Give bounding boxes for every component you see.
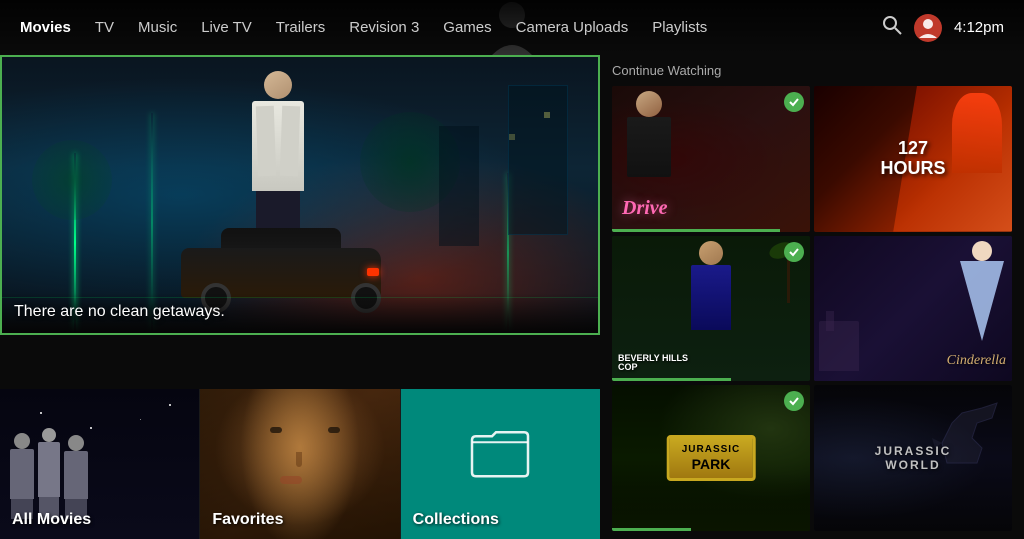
- nav-item-camerauploads[interactable]: Camera Uploads: [516, 19, 629, 36]
- hours-title: 127HOURS: [880, 139, 945, 179]
- nav-item-games[interactable]: Games: [443, 19, 491, 36]
- all-movies-card[interactable]: All Movies: [0, 389, 200, 539]
- header-right: 4:12pm: [882, 14, 1004, 42]
- jurassic-park-title: JURASSIC PARK: [667, 435, 756, 481]
- movie-tile-beverly[interactable]: BEVERLY HILLSCOP: [612, 236, 810, 382]
- search-icon[interactable]: [882, 15, 902, 40]
- favorites-label: Favorites: [212, 511, 283, 529]
- movie-tile-drive[interactable]: Drive: [612, 86, 810, 232]
- jurassic-world-title: JURASSICWORLD: [875, 444, 952, 472]
- bottom-row: All Movies: [0, 389, 600, 539]
- avatar[interactable]: [914, 14, 942, 42]
- nav-item-tv[interactable]: TV: [95, 19, 114, 36]
- nav-item-trailers[interactable]: Trailers: [276, 19, 325, 36]
- nav-item-music[interactable]: Music: [138, 19, 177, 36]
- beverly-checkmark: [784, 242, 804, 262]
- movie-tile-cinderella[interactable]: Cinderella: [814, 236, 1012, 382]
- drive-checkmark: [784, 92, 804, 112]
- favorites-card[interactable]: Favorites: [200, 389, 400, 539]
- folder-icon: [470, 428, 530, 483]
- movie-tile-127hours[interactable]: 127HOURS: [814, 86, 1012, 232]
- movie-tile-jurassic-park[interactable]: JURASSIC PARK: [612, 385, 810, 531]
- jurassic-park-progress: [612, 528, 691, 531]
- nav-item-playlists[interactable]: Playlists: [652, 19, 707, 36]
- drive-title: Drive: [622, 197, 668, 220]
- hero-featured[interactable]: There are no clean getaways.: [0, 55, 600, 335]
- beverly-progress: [612, 378, 731, 381]
- beverly-title: BEVERLY HILLSCOP: [618, 354, 688, 374]
- left-panel: There are no clean getaways.: [0, 55, 600, 539]
- all-movies-label: All Movies: [12, 511, 91, 529]
- hero-figure: [252, 71, 304, 241]
- nav-item-revision3[interactable]: Revision 3: [349, 19, 419, 36]
- cinderella-title: Cinderella: [947, 353, 1006, 369]
- drive-progress: [612, 229, 780, 232]
- nav-item-movies[interactable]: Movies: [20, 19, 71, 36]
- right-panel: Continue Watching Drive: [600, 55, 1024, 539]
- collections-label: Collections: [413, 511, 499, 529]
- main-content: There are no clean getaways.: [0, 55, 1024, 539]
- nav-item-livetv[interactable]: Live TV: [201, 19, 252, 36]
- continue-watching-grid: Drive 127HOURS: [612, 86, 1012, 531]
- header: Movies TV Music Live TV Trailers Revisio…: [0, 0, 1024, 55]
- movie-tile-jurassic-world[interactable]: JURASSICWORLD: [814, 385, 1012, 531]
- nav-bar: Movies TV Music Live TV Trailers Revisio…: [20, 19, 707, 36]
- hero-tagline: There are no clean getaways.: [14, 303, 225, 321]
- section-title: Continue Watching: [612, 63, 1012, 78]
- time-display: 4:12pm: [954, 19, 1004, 36]
- collections-card[interactable]: Collections: [401, 389, 600, 539]
